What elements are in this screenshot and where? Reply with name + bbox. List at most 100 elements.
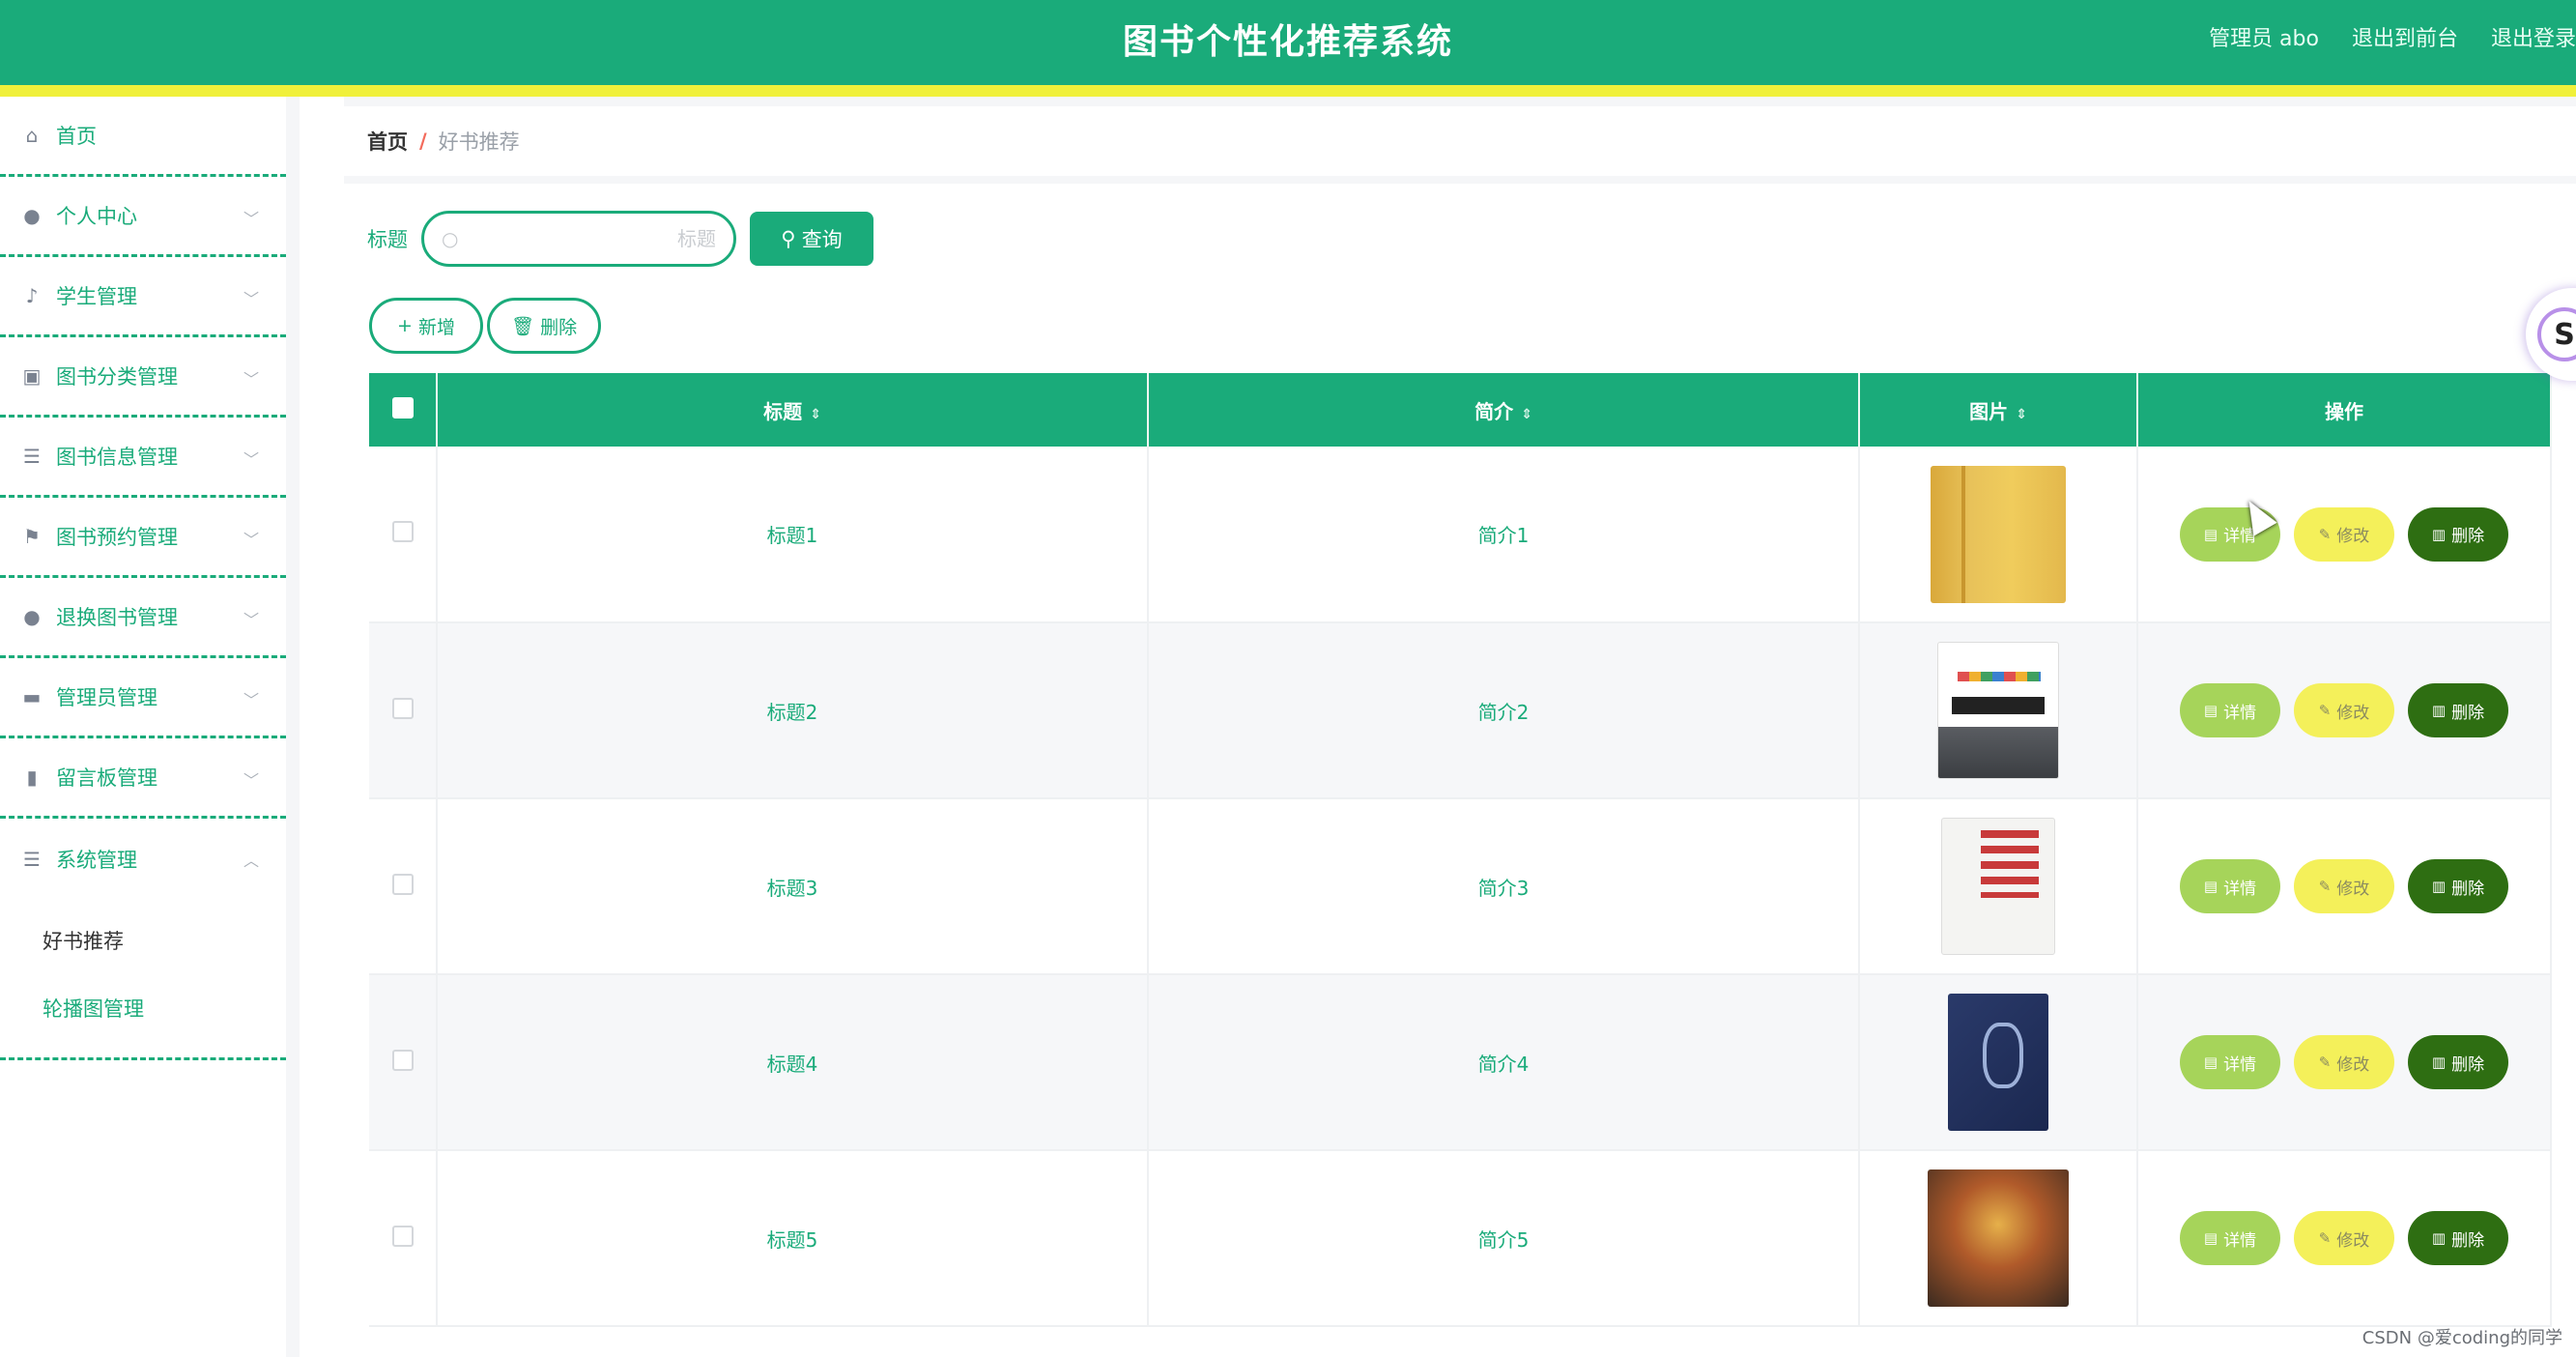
row-title: 标题3 <box>437 798 1149 975</box>
user-icon: ● <box>23 605 41 628</box>
breadcrumb-home[interactable]: 首页 <box>367 127 408 156</box>
back-to-front-link[interactable]: 退出到前台 <box>2352 21 2458 60</box>
sort-icon: ⇕ <box>1521 406 1532 422</box>
table-row: 标题5 简介5 ▤ 详情 ✎ 修改 ▥ 删除 <box>369 1150 2552 1327</box>
row-checkbox[interactable] <box>391 697 414 719</box>
edit-button[interactable]: ✎ 修改 <box>2294 1035 2394 1089</box>
pencil-icon: ✎ <box>2318 702 2332 719</box>
document-icon: ▤ <box>2203 1229 2218 1247</box>
edit-button[interactable]: ✎ 修改 <box>2294 1211 2394 1265</box>
column-title-label: 标题 <box>763 399 803 423</box>
row-intro: 简介1 <box>1148 447 1860 623</box>
chevron-up-icon: ︿ <box>243 852 259 870</box>
monitor-icon: ▬ <box>22 685 42 708</box>
row-title: 标题1 <box>437 447 1149 623</box>
detail-label: 详情 <box>2223 1230 2257 1251</box>
book-cover-image <box>1948 994 2048 1131</box>
row-title: 标题2 <box>437 622 1149 799</box>
select-all-header <box>369 373 438 447</box>
app-title: 图书个性化推荐系统 <box>1122 22 1453 62</box>
books-table: 标题⇕ 简介⇕ 图片⇕ 操作 标题1 简介1 ▤详情 ✎修改 ▥删除 <box>369 373 2552 1327</box>
sidebar-item-student-management[interactable]: ♪ 学生管理 ﹀ <box>0 257 286 337</box>
delete-label: 删除 <box>2451 703 2485 723</box>
bar-chart-icon: ▮ <box>26 765 38 789</box>
row-actions-cell: ▤ 详情 ✎ 修改 ▥ 删除 <box>2137 1150 2552 1327</box>
sidebar-item-book-reservation[interactable]: ⚑ 图书预约管理 ﹀ <box>0 498 286 578</box>
submenu-item-carousel[interactable]: 轮播图管理 <box>0 974 286 1042</box>
header-accent-bar <box>0 85 2576 97</box>
submenu-item-good-books[interactable]: 好书推荐 <box>0 907 286 974</box>
search-row: 标题 ○ ⚲ 查询 <box>367 211 873 267</box>
delete-button[interactable]: ▥ 删除 <box>2408 1035 2508 1089</box>
delete-button[interactable]: ▥ 删除 <box>2408 683 2508 737</box>
logout-link[interactable]: 退出登录 <box>2491 21 2576 60</box>
document-icon: ▤ <box>2203 1054 2218 1071</box>
sidebar: ⌂ 首页 ● 个人中心 ﹀ ♪ 学生管理 ﹀ ▣ 图书分类管理 ﹀ ☰ 图书信息… <box>0 97 300 1357</box>
sidebar-item-admin-management[interactable]: ▬ 管理员管理 ﹀ <box>0 658 286 738</box>
row-checkbox[interactable] <box>391 873 414 895</box>
select-all-checkbox[interactable] <box>391 396 414 419</box>
column-header-actions: 操作 <box>2137 373 2552 447</box>
sidebar-item-home[interactable]: ⌂ 首页 <box>0 97 286 177</box>
edit-button[interactable]: ✎ 修改 <box>2294 683 2394 737</box>
title-search-input[interactable] <box>468 227 716 250</box>
row-select-cell <box>369 622 438 799</box>
row-checkbox[interactable] <box>391 521 414 542</box>
edit-button[interactable]: ✎ 修改 <box>2294 859 2394 913</box>
row-select-cell <box>369 974 438 1151</box>
chevron-down-icon: ﹀ <box>243 210 259 228</box>
sidebar-item-label: 管理员管理 <box>56 686 157 709</box>
breadcrumb-current: 好书推荐 <box>438 130 520 154</box>
admin-label: 管理员 abo <box>2209 27 2319 51</box>
header-actions: 管理员 abo 退出到前台 退出登录 <box>2209 21 2576 60</box>
chart-icon: ▣ <box>22 364 42 388</box>
user-icon: ● <box>23 204 41 227</box>
sort-icon: ⇕ <box>810 406 821 422</box>
delete-button[interactable]: ▥ 删除 <box>2408 859 2508 913</box>
trash-icon: ▥ <box>2431 702 2447 719</box>
column-header-image[interactable]: 图片 ⇕ <box>1859 373 2138 447</box>
detail-button[interactable]: ▤ 详情 <box>2180 683 2280 737</box>
chevron-down-icon: ﹀ <box>243 611 259 629</box>
main-content: 首页 / 好书推荐 标题 ○ ⚲ 查询 + 新增 🗑 删除 <box>344 97 2576 1357</box>
chevron-down-icon: ﹀ <box>243 531 259 549</box>
row-checkbox[interactable] <box>391 1049 414 1071</box>
detail-button[interactable]: ▤ 详情 <box>2180 859 2280 913</box>
microphone-icon: ♪ <box>25 284 39 307</box>
row-intro: 简介3 <box>1148 798 1860 975</box>
detail-button[interactable]: ▤ 详情 <box>2180 1211 2280 1265</box>
sidebar-item-message-board[interactable]: ▮ 留言板管理 ﹀ <box>0 738 286 819</box>
sidebar-item-book-category[interactable]: ▣ 图书分类管理 ﹀ <box>0 337 286 418</box>
edit-label: 修改 <box>2336 703 2370 723</box>
pencil-icon: ✎ <box>2318 1229 2332 1247</box>
delete-button[interactable]: ▥ 删除 <box>2408 506 2508 562</box>
sidebar-item-system-management[interactable]: ☰ 系统管理 ︿ <box>0 819 286 899</box>
add-button[interactable]: + 新增 <box>369 298 483 354</box>
query-button-label: 查询 <box>801 228 843 251</box>
sidebar-item-book-return[interactable]: ● 退换图书管理 ﹀ <box>0 578 286 658</box>
sidebar-item-book-info[interactable]: ☰ 图书信息管理 ﹀ <box>0 418 286 498</box>
edit-button[interactable]: ✎ 修改 <box>2294 506 2394 562</box>
sidebar-item-label: 系统管理 <box>56 848 137 872</box>
trash-icon: ▥ <box>2431 1229 2447 1247</box>
pencil-icon: ✎ <box>2318 525 2332 543</box>
row-checkbox[interactable] <box>391 1225 414 1247</box>
column-image-label: 图片 <box>1969 399 2009 423</box>
home-icon: ⌂ <box>25 124 39 147</box>
table-header-row: 标题 ⇕ 简介 ⇕ 图片 ⇕ 操作 <box>369 373 2552 447</box>
sidebar-item-label: 退换图书管理 <box>56 606 178 629</box>
batch-delete-button[interactable]: 🗑 删除 <box>487 298 601 354</box>
sidebar-item-personal-center[interactable]: ● 个人中心 ﹀ <box>0 177 286 257</box>
sidebar-item-label: 学生管理 <box>56 285 137 308</box>
column-header-title[interactable]: 标题 ⇕ <box>437 373 1149 447</box>
book-cover-image <box>1928 1169 2069 1307</box>
search-icon: ○ <box>442 227 459 250</box>
delete-label: 删除 <box>2451 1230 2485 1251</box>
query-button[interactable]: ⚲ 查询 <box>750 212 873 266</box>
column-header-intro[interactable]: 简介 ⇕ <box>1148 373 1860 447</box>
delete-button[interactable]: ▥ 删除 <box>2408 1211 2508 1265</box>
detail-label: 详情 <box>2223 1054 2257 1075</box>
document-icon: ▤ <box>2203 702 2218 719</box>
detail-button[interactable]: ▤ 详情 <box>2180 1035 2280 1089</box>
batch-delete-label: 删除 <box>540 316 578 338</box>
